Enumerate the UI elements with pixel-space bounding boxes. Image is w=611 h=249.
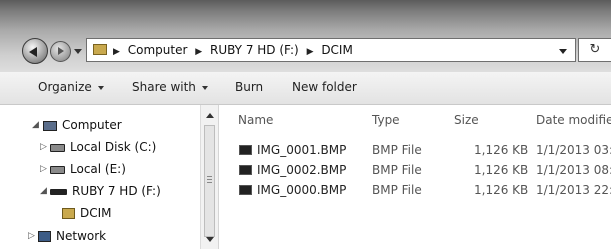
folder-icon <box>62 208 75 219</box>
breadcrumb-separator-icon[interactable]: ▶ <box>307 47 314 57</box>
navigation-pane: ◢ Computer ▷ Local Disk (C:) ▷ Local (E:… <box>0 105 218 249</box>
folder-icon <box>93 44 107 55</box>
chevron-down-icon <box>201 85 208 90</box>
file-size: 1,126 KB <box>474 143 529 157</box>
breadcrumb-separator-icon[interactable]: ▶ <box>113 47 120 57</box>
collapsed-arrow-icon[interactable]: ▷ <box>40 142 47 152</box>
file-row[interactable]: IMG_0001.BMP BMP File 1,126 KB 1/1/2013 … <box>219 140 611 160</box>
address-dropdown-icon[interactable] <box>559 49 567 54</box>
title-bar: ▶ Computer ▶ RUBY 7 HD (F:) ▶ DCIM ↻ <box>0 0 611 72</box>
bitmap-file-icon <box>239 145 252 155</box>
nav-item-label: Computer <box>62 118 122 132</box>
nav-item-ruby-drive[interactable]: RUBY 7 HD (F:) <box>50 184 161 198</box>
command-bar: Organize Share with Burn New folder <box>0 72 611 105</box>
recent-pages-dropdown[interactable] <box>74 49 82 54</box>
burn-button[interactable]: Burn <box>235 80 263 94</box>
nav-pane-scrollbar[interactable] <box>200 105 218 249</box>
new-folder-button[interactable]: New folder <box>292 80 357 94</box>
forward-button[interactable] <box>50 41 71 62</box>
computer-icon <box>43 120 57 131</box>
nav-item-dcim[interactable]: DCIM <box>62 206 112 220</box>
nav-item-label: Local (E:) <box>70 162 126 176</box>
nav-item-computer[interactable]: Computer <box>43 118 122 132</box>
expanded-arrow-icon[interactable]: ◢ <box>32 120 39 130</box>
file-size: 1,126 KB <box>474 163 529 177</box>
hard-disk-icon <box>50 165 65 174</box>
nav-item-network[interactable]: Network <box>38 229 106 243</box>
file-type: BMP File <box>372 163 422 177</box>
column-header-name[interactable]: Name <box>238 113 273 127</box>
scroll-down-icon[interactable] <box>206 237 214 242</box>
column-header-size[interactable]: Size <box>454 113 479 127</box>
nav-item-label: DCIM <box>80 206 112 220</box>
refresh-button[interactable]: ↻ <box>578 38 611 62</box>
nav-item-label: Network <box>56 229 107 243</box>
scrollbar-thumb[interactable] <box>204 125 215 237</box>
breadcrumb: ▶ Computer ▶ RUBY 7 HD (F:) ▶ DCIM <box>113 43 357 57</box>
file-name: IMG_0000.BMP <box>257 183 347 197</box>
breadcrumb-computer[interactable]: Computer <box>128 43 188 57</box>
breadcrumb-dcim[interactable]: DCIM <box>321 43 353 57</box>
nav-item-label: RUBY 7 HD (F:) <box>72 184 161 198</box>
grip-icon <box>207 176 212 184</box>
organize-label: Organize <box>38 80 92 94</box>
collapsed-arrow-icon[interactable]: ▷ <box>40 164 47 174</box>
collapsed-arrow-icon[interactable]: ▷ <box>28 231 35 241</box>
hard-disk-icon <box>50 143 65 152</box>
file-row[interactable]: IMG_0000.BMP BMP File 1,126 KB 1/1/2013 … <box>219 180 611 200</box>
nav-item-label: Local Disk (C:) <box>70 140 157 154</box>
file-date: 1/1/2013 22:19 <box>536 183 611 197</box>
share-with-menu[interactable]: Share with <box>132 80 208 94</box>
breadcrumb-separator-icon[interactable]: ▶ <box>195 47 202 57</box>
file-name: IMG_0002.BMP <box>257 163 347 177</box>
file-row[interactable]: IMG_0002.BMP BMP File 1,126 KB 1/1/2013 … <box>219 160 611 180</box>
column-header-date-modified[interactable]: Date modified <box>536 113 611 127</box>
usb-drive-icon <box>50 188 67 195</box>
file-size: 1,126 KB <box>474 183 529 197</box>
organize-menu[interactable]: Organize <box>38 80 104 94</box>
file-type: BMP File <box>372 143 422 157</box>
breadcrumb-ruby-drive[interactable]: RUBY 7 HD (F:) <box>210 43 299 57</box>
file-date: 1/1/2013 03:40 <box>536 143 611 157</box>
share-with-label: Share with <box>132 80 196 94</box>
file-name: IMG_0001.BMP <box>257 143 347 157</box>
bitmap-file-icon <box>239 165 252 175</box>
scroll-up-icon[interactable] <box>206 113 214 118</box>
network-icon <box>38 231 51 242</box>
column-header-type[interactable]: Type <box>372 113 400 127</box>
explorer-window: ▶ Computer ▶ RUBY 7 HD (F:) ▶ DCIM ↻ Org… <box>0 0 611 249</box>
nav-item-local-e[interactable]: Local (E:) <box>50 162 126 176</box>
chevron-down-icon <box>97 85 104 90</box>
address-bar[interactable]: ▶ Computer ▶ RUBY 7 HD (F:) ▶ DCIM <box>86 38 576 62</box>
bitmap-file-icon <box>239 185 252 195</box>
file-type: BMP File <box>372 183 422 197</box>
expanded-arrow-icon[interactable]: ◢ <box>40 186 47 196</box>
file-date: 1/1/2013 08:15 <box>536 163 611 177</box>
back-button[interactable] <box>22 38 48 64</box>
nav-item-local-disk-c[interactable]: Local Disk (C:) <box>50 140 156 154</box>
